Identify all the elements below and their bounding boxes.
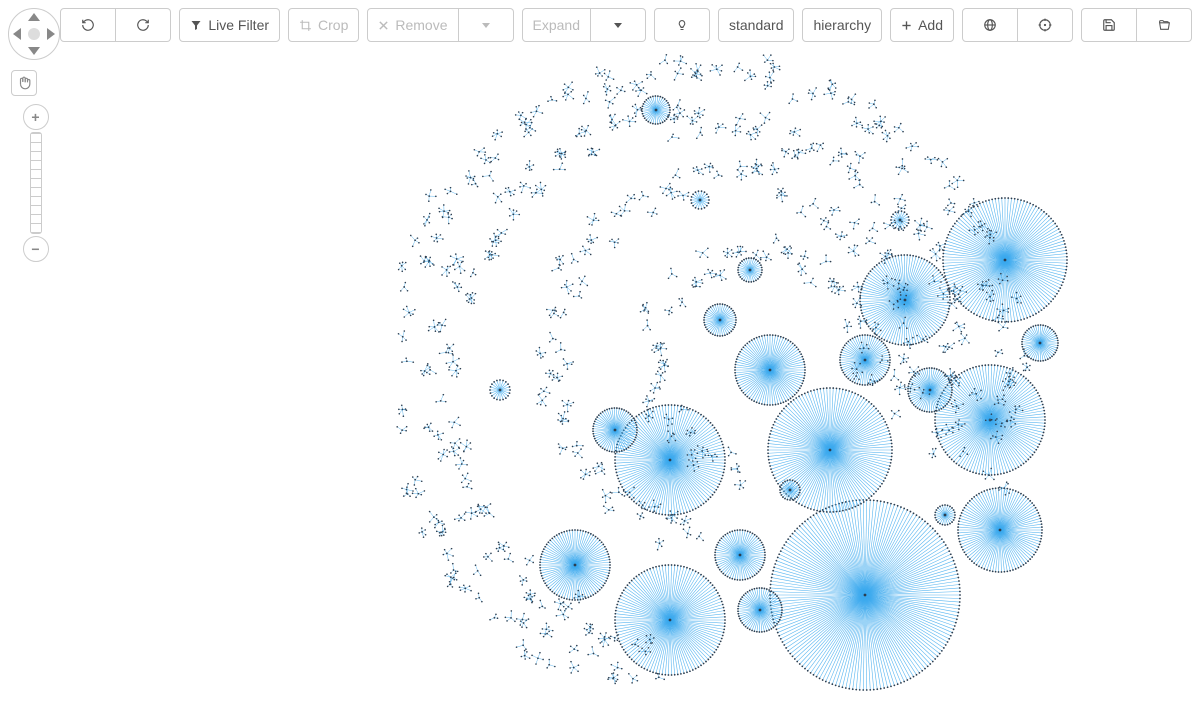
hand-icon <box>17 76 31 90</box>
live-filter-button[interactable]: Live Filter <box>179 8 280 42</box>
expand-button[interactable]: Expand <box>522 8 591 42</box>
redo-icon <box>136 18 150 32</box>
caret-down-icon <box>482 23 490 28</box>
file-group <box>1081 8 1192 42</box>
expand-label: Expand <box>533 18 580 32</box>
target-button[interactable] <box>1018 8 1073 42</box>
graph-svg <box>0 0 1200 719</box>
globe-button[interactable] <box>962 8 1018 42</box>
pan-right-button[interactable] <box>47 28 55 40</box>
navigation-widget: + − <box>8 8 60 262</box>
globe-icon <box>983 18 997 32</box>
zoom-out-button[interactable]: − <box>23 236 49 262</box>
close-icon <box>378 20 389 31</box>
live-filter-label: Live Filter <box>208 18 269 32</box>
remove-button[interactable]: Remove <box>367 8 458 42</box>
undo-icon <box>81 18 95 32</box>
main-toolbar: Live Filter Crop Remove Expand standard … <box>60 8 1192 42</box>
save-button[interactable] <box>1081 8 1137 42</box>
open-button[interactable] <box>1137 8 1192 42</box>
pan-center-button[interactable] <box>28 28 40 40</box>
zoom-in-button[interactable]: + <box>23 104 49 130</box>
expand-dropdown-button[interactable] <box>591 8 646 42</box>
filter-icon <box>190 19 202 31</box>
pan-left-button[interactable] <box>13 28 21 40</box>
zoom-slider[interactable] <box>30 132 42 234</box>
history-group <box>60 8 171 42</box>
graph-canvas[interactable] <box>0 0 1200 719</box>
folder-open-icon <box>1157 19 1172 32</box>
grouping-value: hierarchy <box>813 18 871 32</box>
remove-label: Remove <box>395 18 447 32</box>
redo-button[interactable] <box>116 8 171 42</box>
crop-label: Crop <box>318 18 348 32</box>
global-group <box>962 8 1073 42</box>
zoom-control: + − <box>11 104 60 262</box>
grouping-select[interactable]: hierarchy <box>802 8 882 42</box>
layout-select[interactable]: standard <box>718 8 794 42</box>
add-label: Add <box>918 18 943 32</box>
remove-dropdown-button[interactable] <box>459 8 514 42</box>
crop-icon <box>299 19 312 32</box>
remove-group: Remove <box>367 8 513 42</box>
plus-icon <box>901 20 912 31</box>
pan-wheel <box>8 8 60 60</box>
hand-tool-button[interactable] <box>11 70 37 96</box>
pan-up-button[interactable] <box>28 13 40 21</box>
crop-button[interactable]: Crop <box>288 8 359 42</box>
undo-button[interactable] <box>60 8 116 42</box>
target-icon <box>1038 18 1052 32</box>
lightbulb-icon <box>676 18 688 32</box>
layout-value: standard <box>729 18 783 32</box>
idea-button[interactable] <box>654 8 710 42</box>
save-icon <box>1102 18 1116 32</box>
pan-down-button[interactable] <box>28 47 40 55</box>
caret-down-icon <box>614 23 622 28</box>
expand-group: Expand <box>522 8 646 42</box>
add-button[interactable]: Add <box>890 8 954 42</box>
